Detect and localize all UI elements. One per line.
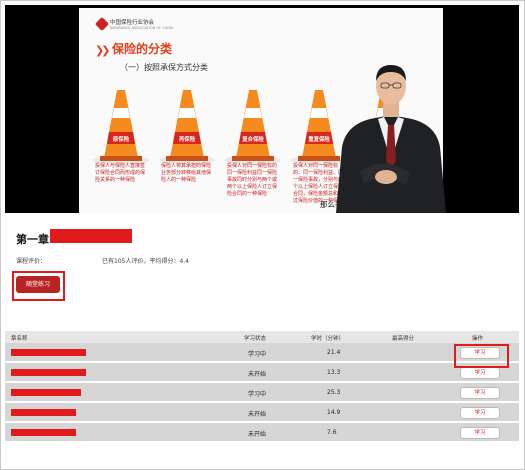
cone-2: 复合保险投保人对同一保险标的同一保险利益同一保险事故同时分别与两个或两个以上保险… xyxy=(223,86,283,204)
cone-label: 再保险 xyxy=(178,137,196,143)
study-duration: 21.4 xyxy=(327,349,341,356)
cone-0: 原保险投保人与保险人直接签订保险合同而形成的保险关系的一种保险 xyxy=(91,86,151,204)
study-status: 未开始 xyxy=(248,411,267,418)
chevron-right-icon: ❯❯ xyxy=(95,44,111,57)
traffic-cone-icon xyxy=(93,90,149,165)
header-best-score: 最高得分 xyxy=(392,336,415,342)
cone-description: 投保人对同一保险标的同一保险利益同一保险事故同时分别与两个或两个以上保险人订立保… xyxy=(227,163,278,197)
header-name: 章名称 xyxy=(11,336,28,342)
table-row: 未开始 14.9 学习 xyxy=(5,403,519,423)
redacted-chapter-name xyxy=(11,369,86,376)
header-action: 操作 xyxy=(472,336,484,342)
study-button[interactable]: 学习 xyxy=(460,407,500,419)
cone-1: 再保险保险人将其承担的保险业务部分转移给其他保险人的一种保险 xyxy=(157,86,217,204)
study-button[interactable]: 学习 xyxy=(460,427,500,439)
table-row: 学习中 21.4 学习 xyxy=(5,343,519,363)
cone-label: 复合保险 xyxy=(242,137,264,143)
slide-title: 保险的分类 xyxy=(112,42,173,56)
rating-label: 课程评价： xyxy=(16,258,47,265)
study-duration: 14.9 xyxy=(327,409,341,416)
study-status: 未开始 xyxy=(248,431,267,438)
redacted-chapter-name xyxy=(11,349,86,356)
practice-button[interactable]: 随堂练习 xyxy=(16,276,60,293)
header-duration: 学时（分钟） xyxy=(311,336,345,342)
chapter-table: 章名称 学习状态 学时（分钟） 最高得分 操作 学习中 21.4 学习 未开始 13.3… xyxy=(5,331,519,443)
traffic-cone-icon xyxy=(159,90,215,165)
study-duration: 25.3 xyxy=(327,389,341,396)
slide-subtitle: （一）按照承保方式分类 xyxy=(120,63,208,72)
study-button[interactable]: 学习 xyxy=(460,367,500,379)
chapter-title: 第一章 xyxy=(16,233,49,246)
cone-description: 保险人将其承担的保险业务部分转移给其他保险人的一种保险 xyxy=(161,163,212,183)
table-row: 未开始 13.3 学习 xyxy=(5,363,519,383)
cone-description: 投保人与保险人直接签订保险合同而形成的保险关系的一种保险 xyxy=(95,163,146,183)
video-player[interactable]: 中国保险行业协会 INSURANCE ASSOCIATION OF CHINA … xyxy=(5,5,519,213)
header-status: 学习状态 xyxy=(244,336,267,342)
org-name-en: INSURANCE ASSOCIATION OF CHINA xyxy=(110,26,174,30)
redacted-course-name xyxy=(50,229,132,243)
org-logo: 中国保险行业协会 INSURANCE ASSOCIATION OF CHINA xyxy=(94,16,174,32)
study-button[interactable]: 学习 xyxy=(460,387,500,399)
table-row: 未开始 7.6 学习 xyxy=(5,423,519,443)
redacted-chapter-name xyxy=(11,429,76,436)
redacted-chapter-name xyxy=(11,389,81,396)
study-button-highlight xyxy=(454,344,509,368)
presenter-figure xyxy=(336,65,446,213)
study-status: 学习中 xyxy=(248,351,267,358)
cone-label: 原保险 xyxy=(112,137,130,143)
redacted-chapter-name xyxy=(11,409,76,416)
study-status: 学习中 xyxy=(248,391,267,398)
table-row: 学习中 25.3 学习 xyxy=(5,383,519,403)
study-duration: 7.6 xyxy=(327,429,337,436)
rating-summary: 已有105人评价，平均得分：4.4 xyxy=(102,258,189,265)
org-logo-icon xyxy=(94,16,110,32)
study-duration: 13.3 xyxy=(327,369,341,376)
table-header: 章名称 学习状态 学时（分钟） 最高得分 操作 xyxy=(5,331,519,343)
study-status: 未开始 xyxy=(248,371,267,378)
